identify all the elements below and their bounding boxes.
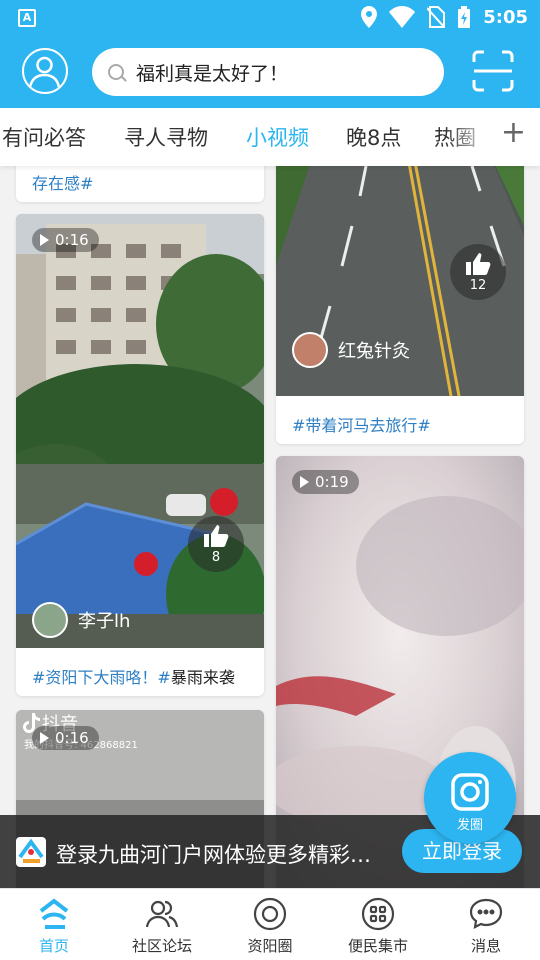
author-name: 红兔针灸 (338, 341, 410, 362)
battery-icon (458, 6, 471, 28)
thumbs-up-icon (204, 525, 229, 547)
app-notification-icon: A (18, 9, 36, 27)
status-bar: A 5:05 (0, 0, 540, 36)
user-avatar-button[interactable] (22, 48, 68, 94)
like-button[interactable]: 8 (188, 516, 244, 572)
wifi-icon (389, 6, 416, 28)
add-tab-icon[interactable]: + (501, 118, 526, 148)
nav-ziyang-circle[interactable]: 资阳圈 (216, 889, 324, 960)
nav-forum[interactable]: 社区论坛 (108, 889, 216, 960)
fab-label: 发圈 (456, 818, 483, 833)
search-icon (108, 64, 124, 80)
users-icon (145, 900, 179, 928)
scan-icon (472, 50, 514, 92)
avatar (292, 332, 328, 368)
tab-short-video[interactable]: 小视频 (246, 122, 309, 152)
tab-questions[interactable]: 有问必答 (2, 122, 86, 152)
search-bar[interactable] (92, 48, 444, 96)
tab-evening-8[interactable]: 晚8点 (346, 122, 401, 152)
bottom-nav: 首页 社区论坛 资阳圈 便民集市 消息 (0, 888, 540, 960)
feed-card-partial[interactable]: 存在感# (16, 166, 264, 202)
category-tabs: 有问必答 寻人寻物 小视频 晚8点 热圈 + (0, 108, 540, 166)
grid-icon (361, 897, 395, 931)
card-tag[interactable]: #带着河马去旅行# (292, 416, 431, 435)
play-icon (300, 476, 309, 488)
card-tag[interactable]: # (157, 668, 170, 687)
duration-badge: 0:16 (32, 726, 99, 750)
card-tag-text: 暴雨来袭 (170, 668, 235, 687)
app-logo (16, 837, 46, 867)
nav-market[interactable]: 便民集市 (324, 889, 432, 960)
search-input[interactable] (136, 61, 416, 83)
camera-icon (451, 773, 489, 811)
video-card[interactable]: 0:16 8 李子lh #资阳下大雨咯！#暴雨来袭 (16, 214, 264, 696)
post-circle-button[interactable]: 发圈 (424, 752, 516, 844)
author[interactable]: 红兔针灸 (292, 332, 410, 368)
like-count: 8 (211, 550, 221, 565)
header (0, 36, 540, 108)
video-card[interactable]: 12 红兔针灸 #带着河马去旅行# (276, 166, 524, 444)
like-button[interactable]: 12 (450, 244, 506, 300)
login-prompt: 登录九曲河门户网体验更多精彩… (56, 843, 371, 867)
play-icon (40, 234, 49, 246)
user-icon (28, 56, 61, 88)
author[interactable]: 李子lh (32, 602, 130, 638)
nav-messages[interactable]: 消息 (432, 889, 540, 960)
avatar (32, 602, 68, 638)
clock: 5:05 (483, 6, 528, 28)
tab-lost-found[interactable]: 寻人寻物 (124, 122, 208, 152)
thumbs-up-icon (466, 253, 491, 275)
chat-icon (469, 898, 503, 929)
location-icon (361, 6, 378, 28)
card-tag[interactable]: #资阳下大雨咯！ (32, 668, 157, 687)
video-thumbnail (16, 214, 264, 648)
no-sim-icon (427, 6, 446, 28)
duration-badge: 0:19 (292, 470, 359, 494)
play-icon (40, 732, 49, 744)
scan-button[interactable] (472, 50, 514, 92)
duration-badge: 0:16 (32, 228, 99, 252)
author-name: 李子lh (78, 611, 131, 632)
nav-home[interactable]: 首页 (0, 889, 108, 960)
like-count: 12 (469, 278, 487, 293)
card-tag[interactable]: 存在感# (32, 174, 93, 193)
home-logo-icon (39, 898, 69, 929)
status-icons: 5:05 (361, 6, 528, 28)
circle-icon (253, 897, 287, 931)
